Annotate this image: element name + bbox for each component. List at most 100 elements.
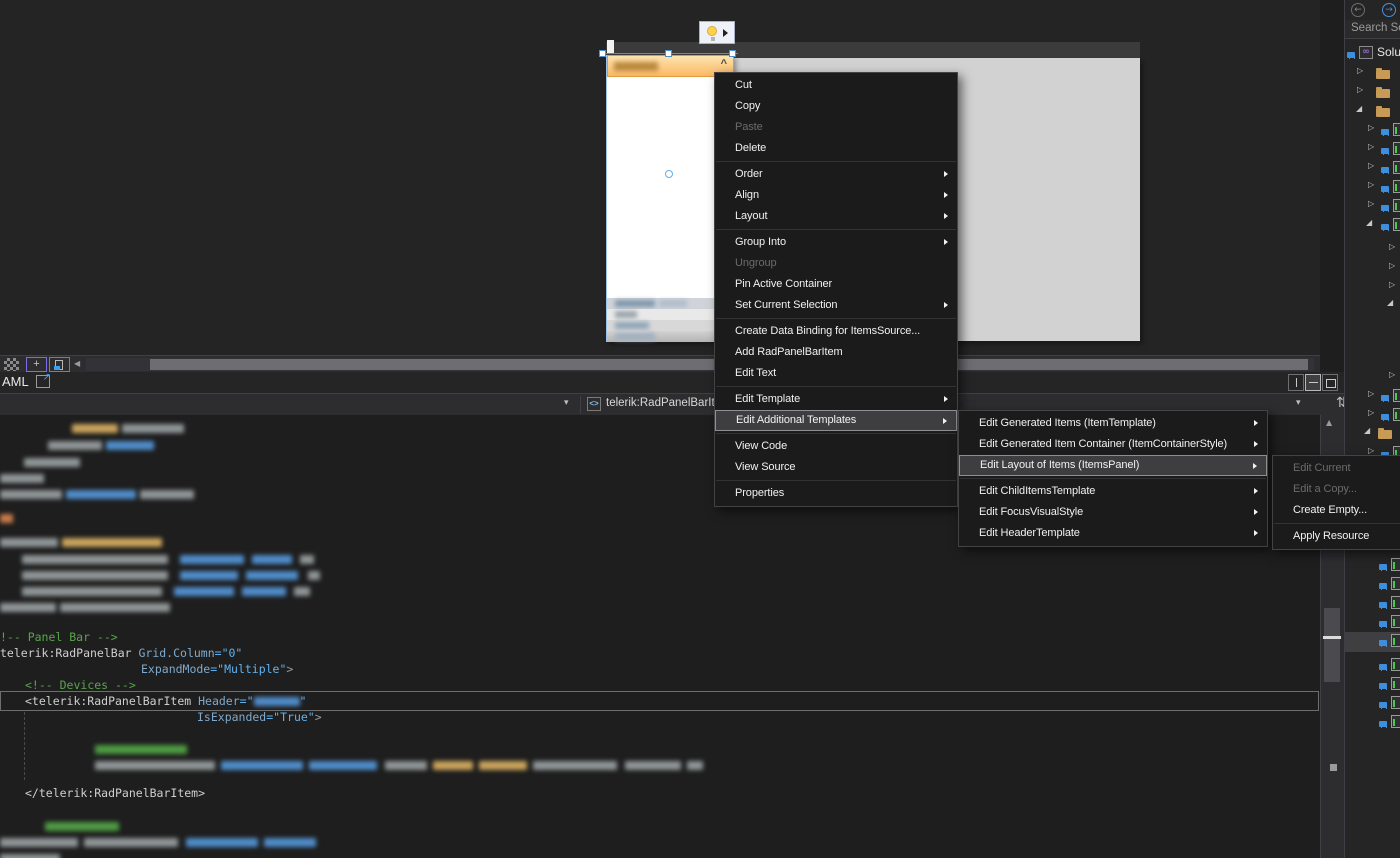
code-line[interactable] [0, 486, 194, 502]
snaplines-toggle-icon[interactable]: + [26, 357, 47, 372]
quick-actions-lightbulb-button[interactable] [699, 21, 735, 44]
code-line[interactable]: <telerik:RadPanelBarItem Header="" [0, 693, 306, 709]
menu-item-copy[interactable]: Copy [715, 96, 957, 117]
scroll-up-icon[interactable]: ▲ [1326, 418, 1332, 427]
xaml-designer-canvas[interactable]: ^ [0, 0, 1320, 355]
tree-item[interactable]: ▷ [1345, 368, 1400, 386]
collapsed-chevron-icon[interactable]: ▷ [1368, 123, 1374, 132]
tree-item[interactable]: ◢ [1345, 296, 1400, 314]
tree-item[interactable]: ▷ [1345, 83, 1400, 101]
menu-item-edit-layout-of-items-itemspanel[interactable]: Edit Layout of Items (ItemsPanel) [959, 455, 1267, 476]
collapsed-chevron-icon[interactable]: ▷ [1357, 66, 1363, 75]
menu-item-ungroup[interactable]: Ungroup [715, 253, 957, 274]
menu-item-properties[interactable]: Properties [715, 483, 957, 504]
expanded-chevron-icon[interactable]: ◢ [1366, 218, 1372, 227]
code-line[interactable] [0, 437, 154, 453]
code-line[interactable] [0, 470, 44, 486]
collapsed-chevron-icon[interactable]: ▷ [1368, 142, 1374, 151]
code-line[interactable] [0, 567, 320, 583]
code-line[interactable] [0, 757, 703, 773]
tree-item[interactable]: ▷ [1345, 64, 1400, 82]
menu-item-align[interactable]: Align [715, 185, 957, 206]
collapsed-chevron-icon[interactable]: ▷ [1368, 161, 1374, 170]
collapsed-chevron-icon[interactable]: ▷ [1357, 85, 1363, 94]
menu-item-apply-resource[interactable]: Apply Resource [1273, 526, 1400, 547]
tree-item[interactable] [1345, 656, 1400, 674]
code-line[interactable]: ExpandMode="Multiple"> [0, 661, 293, 677]
menu-item-order[interactable]: Order [715, 164, 957, 185]
menu-item-pin-active-container[interactable]: Pin Active Container [715, 274, 957, 295]
menu-item-group-into[interactable]: Group Into [715, 232, 957, 253]
code-line[interactable] [0, 850, 60, 858]
menu-item-delete[interactable]: Delete [715, 138, 957, 159]
code-line[interactable] [0, 510, 13, 526]
code-line[interactable] [0, 741, 187, 757]
resize-handle[interactable] [599, 50, 606, 57]
code-line[interactable] [0, 454, 80, 470]
collapsed-chevron-icon[interactable]: ▷ [1389, 261, 1395, 270]
menu-item-edit-current[interactable]: Edit Current [1273, 458, 1400, 479]
menu-item-edit-text[interactable]: Edit Text [715, 363, 957, 384]
left-combo-dropdown-icon[interactable]: ▾ [564, 398, 569, 408]
menu-item-edit-a-copy[interactable]: Edit a Copy... [1273, 479, 1400, 500]
tree-item[interactable] [1345, 594, 1400, 612]
tree-item[interactable]: ▷ [1345, 278, 1400, 296]
horizontal-split-button[interactable] [1305, 374, 1321, 391]
code-line[interactable] [0, 583, 310, 599]
code-line[interactable] [0, 818, 119, 834]
menu-item-edit-template[interactable]: Edit Template [715, 389, 957, 410]
collapsed-chevron-icon[interactable]: ▷ [1368, 408, 1374, 417]
vertical-split-button[interactable] [1288, 374, 1304, 391]
code-line[interactable] [0, 420, 184, 436]
expanded-chevron-icon[interactable]: ◢ [1364, 426, 1370, 435]
menu-item-edit-childitemstemplate[interactable]: Edit ChildItemsTemplate [959, 481, 1267, 502]
menu-item-create-empty[interactable]: Create Empty... [1273, 500, 1400, 521]
tree-item[interactable] [1345, 575, 1400, 593]
tree-item[interactable] [1345, 613, 1400, 631]
menu-item-edit-generated-item-container-itemcontainerstyle[interactable]: Edit Generated Item Container (ItemConta… [959, 434, 1267, 455]
tree-item[interactable] [1345, 675, 1400, 693]
code-line[interactable] [0, 534, 162, 550]
code-line[interactable]: !-- Panel Bar --> [0, 629, 118, 645]
tree-item[interactable]: ◢ [1345, 216, 1400, 234]
element-combo-dropdown-icon[interactable]: ▾ [1296, 398, 1301, 408]
tree-item[interactable]: ▷ [1345, 159, 1400, 177]
collapsed-chevron-icon[interactable]: ▷ [1389, 370, 1395, 379]
code-line[interactable] [0, 834, 316, 850]
grid-background-toggle-icon[interactable] [4, 358, 19, 371]
resize-handle[interactable] [665, 50, 672, 57]
designer-horizontal-scrollbar[interactable] [86, 358, 1314, 371]
tree-item[interactable]: ◢ [1345, 424, 1400, 442]
code-line[interactable]: IsExpanded="True"> [0, 709, 322, 725]
resize-handle[interactable] [729, 50, 736, 57]
collapsed-chevron-icon[interactable]: ▷ [1368, 180, 1374, 189]
tab-xaml[interactable]: AML [2, 374, 29, 389]
popout-window-icon[interactable]: ↗ [36, 375, 50, 388]
tree-item[interactable] [1345, 713, 1400, 731]
collapse-chevron-icon[interactable]: ^ [721, 58, 727, 70]
scrollbar-thumb[interactable] [1324, 608, 1340, 682]
collapsed-chevron-icon[interactable]: ▷ [1368, 389, 1374, 398]
tree-item[interactable]: ▷ [1345, 140, 1400, 158]
tree-item[interactable]: ▷ [1345, 121, 1400, 139]
tree-item[interactable]: ◢ [1345, 102, 1400, 120]
menu-item-layout[interactable]: Layout [715, 206, 957, 227]
menu-item-cut[interactable]: Cut [715, 75, 957, 96]
menu-item-paste[interactable]: Paste [715, 117, 957, 138]
expanded-chevron-icon[interactable]: ◢ [1356, 104, 1362, 113]
menu-item-edit-focusvisualstyle[interactable]: Edit FocusVisualStyle [959, 502, 1267, 523]
menu-item-set-current-selection[interactable]: Set Current Selection [715, 295, 957, 316]
expanded-chevron-icon[interactable]: ◢ [1387, 298, 1393, 307]
element-breadcrumb[interactable]: telerik:RadPanelBarIt [606, 397, 715, 409]
code-line[interactable]: telerik:RadPanelBar Grid.Column="0" [0, 645, 242, 661]
code-line[interactable]: </telerik:RadPanelBarItem> [0, 785, 205, 801]
tree-item[interactable]: ▷ [1345, 259, 1400, 277]
adorner-tab[interactable] [607, 40, 614, 53]
collapsed-chevron-icon[interactable]: ▷ [1389, 280, 1395, 289]
menu-item-edit-headertemplate[interactable]: Edit HeaderTemplate [959, 523, 1267, 544]
menu-item-edit-additional-templates[interactable]: Edit Additional Templates [715, 410, 957, 431]
tree-item[interactable] [1345, 632, 1400, 652]
tree-item[interactable] [1345, 556, 1400, 574]
menu-item-edit-generated-items-itemtemplate[interactable]: Edit Generated Items (ItemTemplate) [959, 413, 1267, 434]
menu-item-create-data-binding-for-itemssource[interactable]: Create Data Binding for ItemsSource... [715, 321, 957, 342]
